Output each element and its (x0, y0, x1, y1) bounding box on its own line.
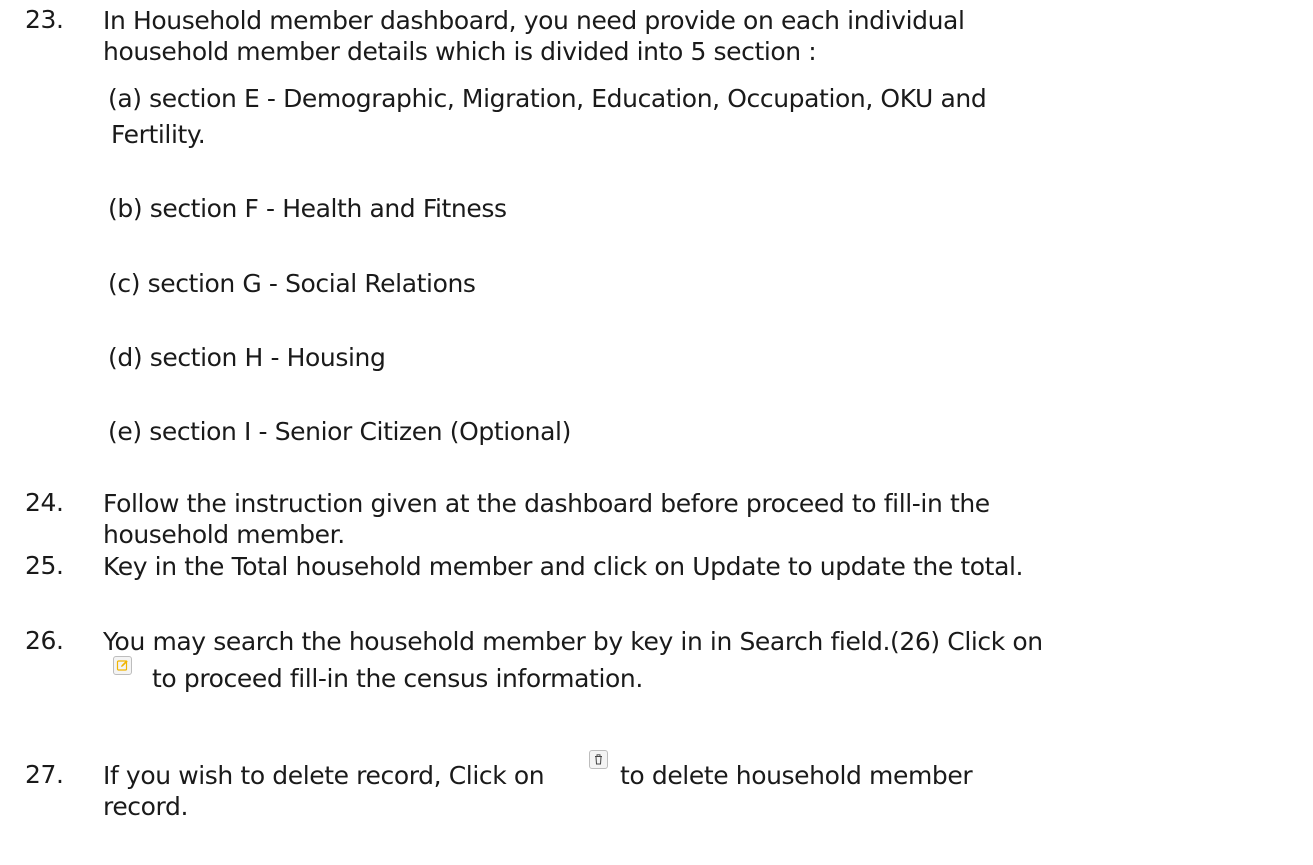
item-number: 24. (25, 488, 64, 517)
text-line: to delete household member (620, 761, 973, 790)
text-line: record. (103, 792, 189, 821)
subsection-a: (a) section E - Demographic, Migration, … (108, 84, 987, 113)
text-line: If you wish to delete record, Click on (103, 761, 545, 790)
item-number: 23. (25, 5, 64, 34)
text-line: household member details which is divide… (103, 37, 817, 66)
edit-icon (113, 656, 132, 675)
text-line: to proceed fill-in the census informatio… (152, 664, 643, 693)
subsection-d: (d) section H - Housing (108, 343, 386, 372)
subsection-b: (b) section F - Health and Fitness (108, 194, 507, 223)
trash-icon (589, 750, 608, 769)
subsection-e: (e) section I - Senior Citizen (Optional… (108, 417, 571, 446)
text-line: Follow the instruction given at the dash… (103, 489, 990, 518)
item-number: 26. (25, 626, 64, 655)
text-line: household member. (103, 520, 345, 549)
subsection-c: (c) section G - Social Relations (108, 269, 476, 298)
text-line: Key in the Total household member and cl… (103, 552, 1024, 581)
text-line: You may search the household member by k… (103, 627, 1043, 656)
item-number: 25. (25, 551, 64, 580)
subsection-a-continued: Fertility. (111, 120, 206, 149)
text-line: In Household member dashboard, you need … (103, 6, 965, 35)
item-number: 27. (25, 760, 64, 789)
